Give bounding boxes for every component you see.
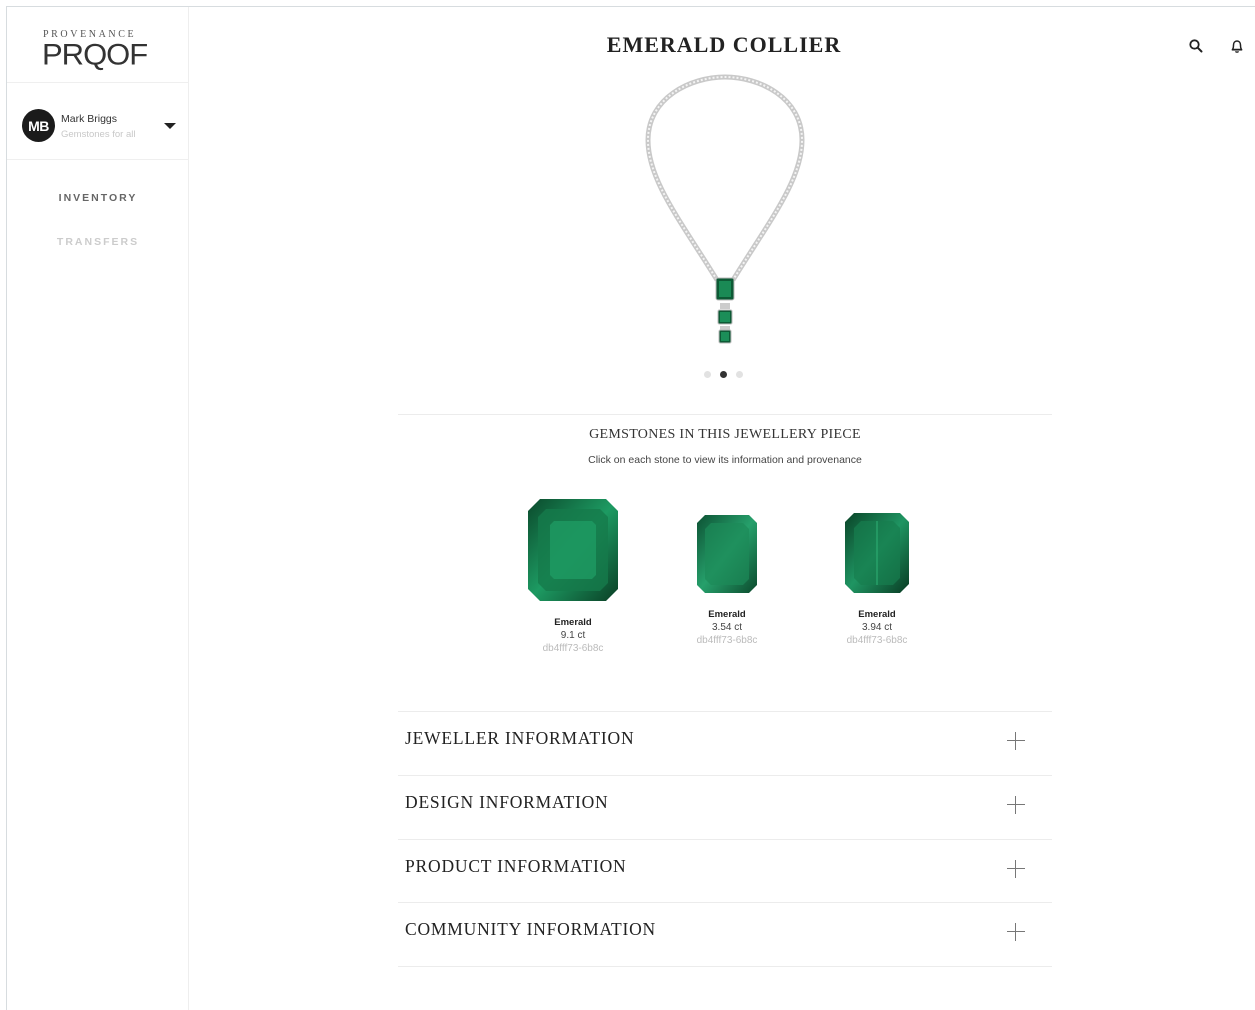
- search-icon[interactable]: [1188, 38, 1204, 54]
- gemstone-carat: 9.1 ct: [560, 630, 586, 641]
- accordion-label: DESIGN INFORMATION: [405, 792, 609, 812]
- plus-icon[interactable]: [1007, 732, 1025, 750]
- carousel-dot[interactable]: [736, 371, 743, 378]
- gemstone-card[interactable]: Emerald 9.1 ct db4fff73-6b8c: [518, 497, 628, 654]
- bell-icon[interactable]: [1229, 38, 1245, 54]
- emerald-image: [845, 513, 909, 593]
- chevron-down-icon[interactable]: [164, 123, 176, 129]
- gemstone-id: db4fff73-6b8c: [846, 635, 908, 646]
- sidebar: PROVENANCE PRQOF MB Mark Briggs Gemstone…: [7, 7, 189, 1010]
- emerald-image: [528, 499, 618, 601]
- accordion-label: PRODUCT INFORMATION: [405, 856, 627, 876]
- gemstone-id: db4fff73-6b8c: [696, 635, 758, 646]
- gemstones-title: GEMSTONES IN THIS JEWELLERY PIECE: [589, 427, 861, 442]
- gemstone-name: Emerald: [858, 609, 896, 620]
- gemstone-card[interactable]: Emerald 3.54 ct db4fff73-6b8c: [672, 513, 782, 646]
- brand-name: PRQOF: [42, 37, 148, 72]
- accordion-label: COMMUNITY INFORMATION: [405, 919, 656, 939]
- accordion-community-information[interactable]: COMMUNITY INFORMATION: [398, 902, 1052, 966]
- carousel-indicator: [704, 371, 746, 379]
- gemstone-id: db4fff73-6b8c: [542, 643, 604, 654]
- divider: [398, 414, 1052, 415]
- user-menu[interactable]: MB Mark Briggs Gemstones for all: [7, 92, 189, 160]
- divider: [398, 966, 1052, 967]
- carousel-dot-active[interactable]: [720, 371, 727, 378]
- sidebar-item-inventory[interactable]: INVENTORY: [7, 192, 189, 204]
- gemstone-carat: 3.54 ct: [711, 622, 743, 633]
- accordion-jeweller-information[interactable]: JEWELLER INFORMATION: [398, 711, 1052, 775]
- gemstone-name: Emerald: [554, 617, 592, 628]
- sidebar-item-transfers[interactable]: TRANSFERS: [7, 236, 189, 248]
- plus-icon[interactable]: [1007, 860, 1025, 878]
- emerald-image: [697, 515, 757, 593]
- plus-icon[interactable]: [1007, 796, 1025, 814]
- accordion-design-information[interactable]: DESIGN INFORMATION: [398, 775, 1052, 839]
- carousel-dot[interactable]: [704, 371, 711, 378]
- brand-logo[interactable]: PROVENANCE PRQOF: [7, 7, 189, 83]
- page-title: EMERALD COLLIER: [606, 32, 842, 57]
- user-name: Mark Briggs: [61, 113, 118, 125]
- avatar: MB: [22, 109, 55, 142]
- gemstone-card[interactable]: Emerald 3.94 ct db4fff73-6b8c: [822, 511, 932, 646]
- gemstone-name: Emerald: [708, 609, 746, 620]
- user-subtitle: Gemstones for all: [61, 129, 136, 140]
- necklace-image: [645, 74, 805, 344]
- plus-icon[interactable]: [1007, 923, 1025, 941]
- accordion-label: JEWELLER INFORMATION: [405, 728, 635, 748]
- accordion-product-information[interactable]: PRODUCT INFORMATION: [398, 839, 1052, 903]
- gemstone-carat: 3.94 ct: [861, 622, 893, 633]
- gemstones-subtitle: Click on each stone to view its informat…: [588, 454, 862, 466]
